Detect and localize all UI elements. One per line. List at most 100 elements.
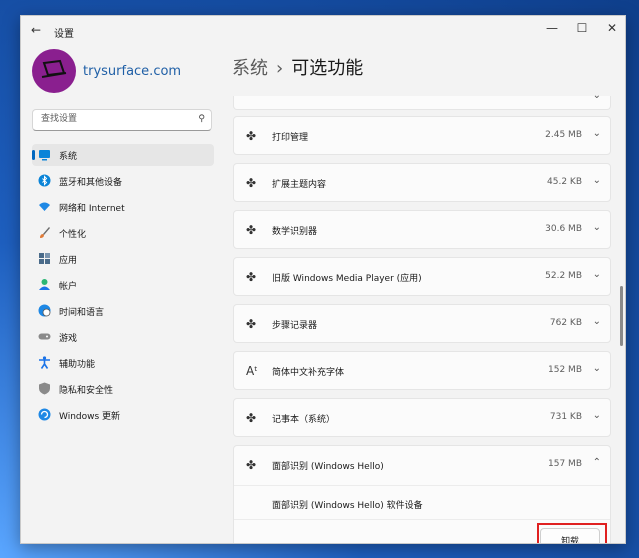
sidebar-item-system[interactable]: 系统	[32, 144, 214, 166]
gamepad-icon	[38, 333, 51, 340]
title-bar: ← 设置 — ☐ ✕	[21, 16, 625, 46]
puzzle-icon: ✤	[246, 458, 257, 472]
sidebar-item-time-language[interactable]: 时间和语言	[32, 300, 214, 322]
sidebar-item-gaming[interactable]: 游戏	[32, 326, 214, 348]
chevron-down-icon[interactable]: ⌄	[593, 269, 601, 280]
feature-row[interactable]: ✤ 数学识别器 30.6 MB ⌄	[233, 210, 611, 249]
feature-actions: 卸载	[234, 519, 610, 543]
feature-name: 简体中文补充字体	[272, 368, 345, 378]
breadcrumb-separator: ›	[276, 58, 284, 79]
feature-row[interactable]: ✤ 打印管理 2.45 MB ⌄	[233, 116, 611, 155]
feature-row-partial[interactable]: ⌄	[233, 90, 611, 110]
chevron-down-icon[interactable]: ⌄	[593, 316, 601, 327]
sidebar-item-label: 应用	[59, 256, 78, 266]
sidebar-item-label: 游戏	[59, 334, 78, 344]
sidebar-item-accessibility[interactable]: 辅助功能	[32, 352, 214, 374]
feature-size: 731 KB	[549, 412, 582, 422]
feature-row[interactable]: ✤ 记事本（系统） 731 KB ⌄	[233, 398, 611, 437]
sidebar-item-accounts[interactable]: 帐户	[32, 274, 214, 296]
wifi-icon	[39, 202, 50, 211]
window-title: 设置	[54, 29, 74, 40]
puzzle-icon: ✤	[246, 317, 257, 331]
update-icon	[38, 408, 51, 421]
search-input[interactable]	[39, 113, 193, 125]
account-icon	[39, 279, 50, 290]
chevron-down-icon[interactable]: ⌄	[593, 363, 601, 374]
feature-row-header[interactable]: ✤ 面部识别 (Windows Hello) 157 MB ⌃	[234, 446, 610, 485]
puzzle-icon: ✤	[246, 411, 257, 425]
bluetooth-icon	[38, 174, 51, 187]
avatar[interactable]	[32, 49, 76, 93]
sidebar-item-privacy[interactable]: 隐私和安全性	[32, 378, 214, 400]
sidebar-item-label: 帐户	[59, 282, 78, 292]
feature-size: 2.45 MB	[545, 130, 582, 140]
chevron-down-icon[interactable]: ⌄	[593, 90, 601, 101]
sidebar-item-label: 网络和 Internet	[59, 204, 125, 214]
sidebar-item-label: Windows 更新	[59, 412, 121, 422]
feature-row[interactable]: ✤ 旧版 Windows Media Player (应用) 52.2 MB ⌄	[233, 257, 611, 296]
sidebar-item-network[interactable]: 网络和 Internet	[32, 196, 214, 218]
search-icon[interactable]: ⚲	[198, 114, 205, 124]
scrollbar[interactable]	[620, 286, 623, 346]
feature-row[interactable]: Aᵗ 简体中文补充字体 152 MB ⌄	[233, 351, 611, 390]
globe-clock-icon	[38, 304, 51, 317]
feature-row[interactable]: ✤ 步骤记录器 762 KB ⌄	[233, 304, 611, 343]
chevron-down-icon[interactable]: ⌄	[593, 128, 601, 139]
breadcrumb-parent[interactable]: 系统	[232, 58, 268, 79]
sidebar-item-apps[interactable]: 应用	[32, 248, 214, 270]
sidebar-item-bluetooth[interactable]: 蓝牙和其他设备	[32, 170, 214, 192]
feature-size: 45.2 KB	[547, 177, 582, 187]
feature-row[interactable]: ✤ 扩展主题内容 45.2 KB ⌄	[233, 163, 611, 202]
feature-detail: 面部识别 (Windows Hello) 软件设备	[234, 485, 610, 520]
feature-name: 步骤记录器	[272, 321, 318, 331]
shield-icon	[39, 382, 50, 395]
features-list: ⌄ ✤ 打印管理 2.45 MB ⌄ ✤ 扩展主题内容 45.2 KB ⌄ ✤ …	[233, 90, 611, 543]
font-icon: Aᵗ	[246, 364, 258, 378]
maximize-button[interactable]: ☐	[567, 21, 597, 35]
feature-size: 157 MB	[548, 459, 582, 469]
puzzle-icon: ✤	[246, 129, 257, 143]
feature-name: 旧版 Windows Media Player (应用)	[272, 274, 422, 284]
breadcrumb: 系统 › 可选功能	[232, 54, 363, 80]
sidebar-item-label: 系统	[59, 152, 78, 162]
sidebar-item-label: 辅助功能	[59, 360, 96, 370]
sidebar-item-label: 蓝牙和其他设备	[59, 178, 123, 188]
laptop-icon	[41, 59, 67, 78]
feature-size: 30.6 MB	[545, 224, 582, 234]
feature-name: 打印管理	[272, 133, 309, 143]
feature-size: 152 MB	[548, 365, 582, 375]
puzzle-icon: ✤	[246, 270, 257, 284]
chevron-down-icon[interactable]: ⌄	[593, 410, 601, 421]
minimize-button[interactable]: —	[537, 21, 567, 35]
feature-name: 扩展主题内容	[272, 180, 327, 190]
brush-icon	[40, 227, 50, 238]
sidebar-item-label: 隐私和安全性	[59, 386, 114, 396]
system-icon	[39, 150, 50, 161]
chevron-up-icon[interactable]: ⌃	[593, 457, 601, 468]
feature-name: 记事本（系统）	[272, 415, 336, 425]
puzzle-icon: ✤	[246, 223, 257, 237]
accessibility-icon	[39, 356, 50, 369]
apps-icon	[39, 253, 50, 264]
chevron-down-icon[interactable]: ⌄	[593, 222, 601, 233]
feature-row-expanded: ✤ 面部识别 (Windows Hello) 157 MB ⌃ 面部识别 (Wi…	[233, 445, 611, 543]
close-button[interactable]: ✕	[597, 21, 625, 35]
feature-size: 762 KB	[549, 318, 582, 328]
profile-name: trysurface.com	[83, 64, 182, 79]
chevron-down-icon[interactable]: ⌄	[593, 175, 601, 186]
page-title: 可选功能	[291, 58, 364, 79]
feature-name: 面部识别 (Windows Hello)	[272, 462, 384, 472]
sidebar-item-personalization[interactable]: 个性化	[32, 222, 214, 244]
feature-size: 52.2 MB	[545, 271, 582, 281]
sidebar-nav: 系统 蓝牙和其他设备 网络和 Internet 个性化 应用 帐户 时间和语言	[32, 144, 214, 430]
search-box[interactable]: ⚲	[32, 109, 212, 131]
sidebar-item-label: 个性化	[59, 230, 87, 240]
puzzle-icon: ✤	[246, 176, 257, 190]
sidebar-item-label: 时间和语言	[59, 308, 105, 318]
sidebar-item-windows-update[interactable]: Windows 更新	[32, 404, 214, 426]
highlight-box	[537, 523, 607, 543]
settings-window: ← 设置 — ☐ ✕ trysurface.com ⚲ 系统 蓝牙和其他设备 网…	[20, 15, 626, 544]
back-arrow-icon[interactable]: ←	[31, 23, 41, 37]
feature-detail-text: 面部识别 (Windows Hello) 软件设备	[272, 501, 423, 511]
feature-name: 数学识别器	[272, 227, 318, 237]
